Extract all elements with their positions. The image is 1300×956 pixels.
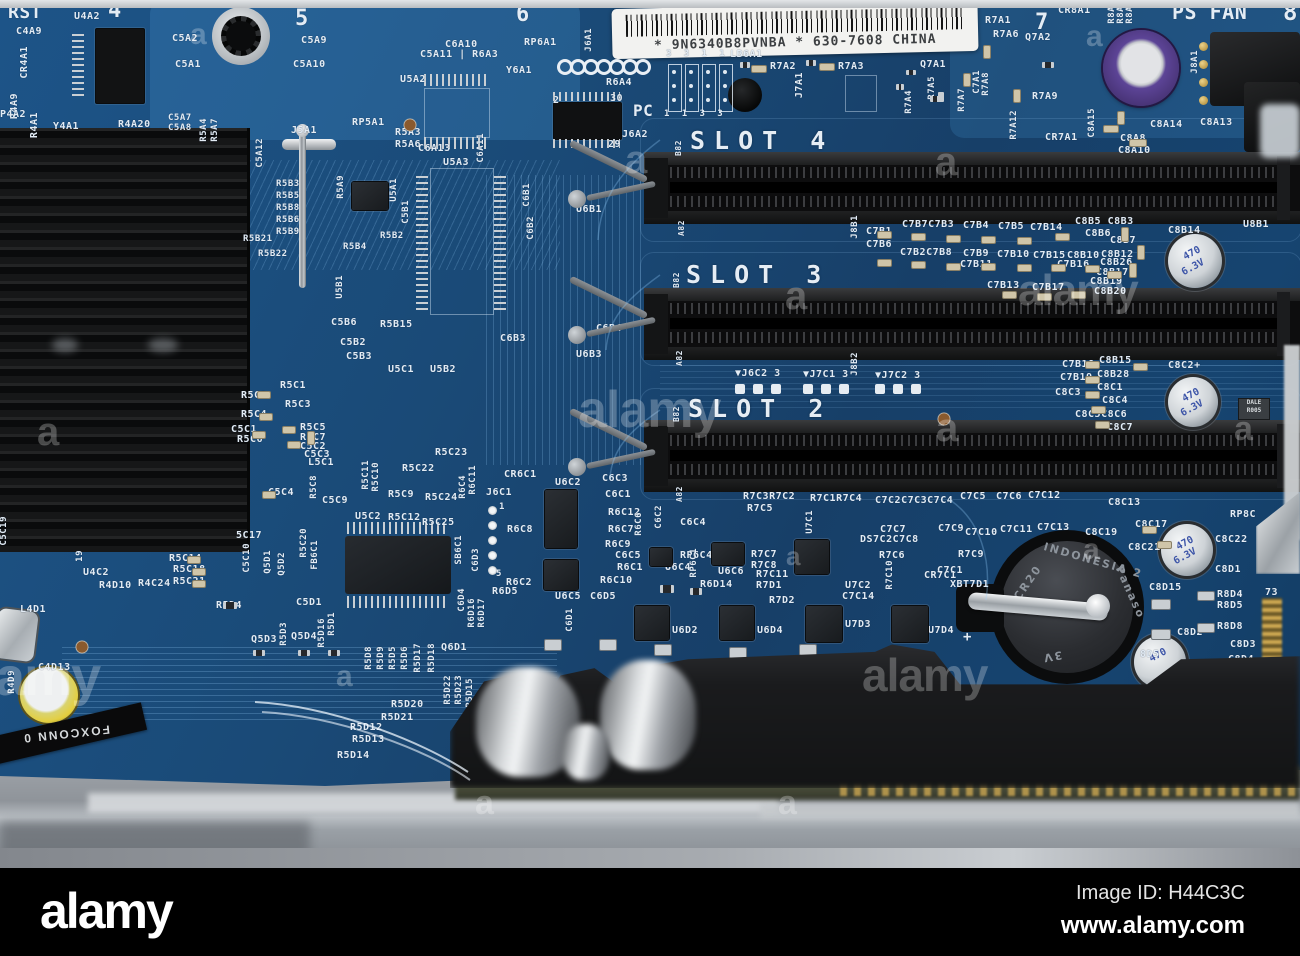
trace-lines [254,139,989,781]
alamy-logo: alamy [40,883,174,939]
alamy-footer-bar: alamy Image ID: H44C3C www.alamy.com [0,868,1300,956]
image-id-text: Image ID: H44C3C [1076,882,1245,904]
alamy-url: www.alamy.com [1060,912,1245,939]
motherboard-photo: * 9N6340B8PVNBA * 630-7608 CHINA SLOT 4 … [0,0,1300,956]
